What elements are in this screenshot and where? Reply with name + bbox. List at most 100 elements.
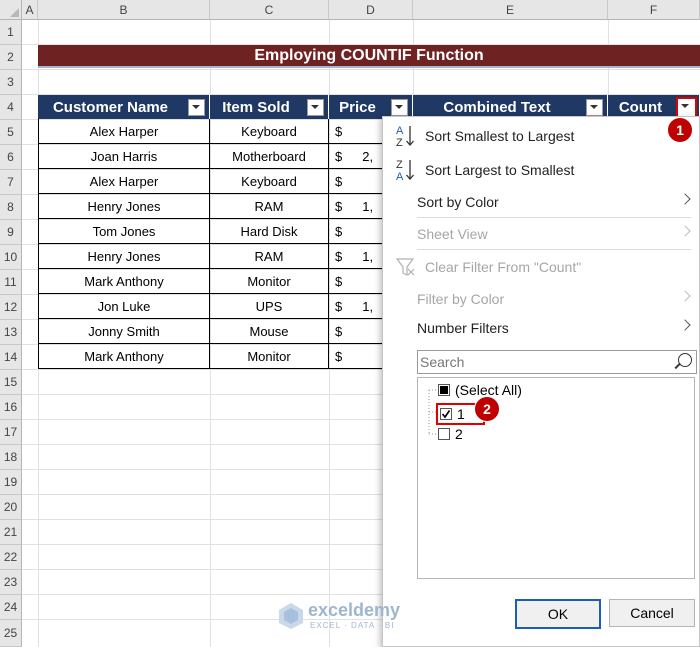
cell-customer-name[interactable]: Mark Anthony xyxy=(38,344,210,369)
currency-symbol: $ xyxy=(335,198,343,214)
column-header-b[interactable]: B xyxy=(38,0,210,20)
filter-search-input[interactable]: Search xyxy=(417,350,697,374)
cell-customer-name[interactable]: Joan Harris xyxy=(38,144,210,169)
chevron-right-icon xyxy=(679,193,691,205)
select-all-corner[interactable] xyxy=(0,0,22,20)
row-header-18[interactable]: 18 xyxy=(0,445,22,470)
row-header-1[interactable]: 1 xyxy=(0,20,22,45)
cell-item-sold[interactable]: Hard Disk xyxy=(210,219,329,244)
unchecked-checkbox-icon[interactable] xyxy=(438,428,450,440)
row-header-5[interactable]: 5 xyxy=(0,120,22,145)
row-header-9[interactable]: 9 xyxy=(0,220,22,245)
sort-descending-item[interactable]: Z A Sort Largest to Smallest xyxy=(383,155,699,185)
cancel-button[interactable]: Cancel xyxy=(609,599,695,627)
cell-item-sold[interactable]: RAM xyxy=(210,244,329,269)
currency-symbol: $ xyxy=(335,248,343,264)
cell-item-sold[interactable]: Mouse xyxy=(210,319,329,344)
filter-dropdown-icon[interactable] xyxy=(391,99,408,116)
cell-item-sold[interactable]: UPS xyxy=(210,294,329,319)
menu-separator xyxy=(417,249,691,250)
row-header-19[interactable]: 19 xyxy=(0,470,22,495)
row-header-24[interactable]: 24 xyxy=(0,595,22,620)
row-header-22[interactable]: 22 xyxy=(0,545,22,570)
row-header-15[interactable]: 15 xyxy=(0,370,22,395)
row-header-4[interactable]: 4 xyxy=(0,95,22,120)
column-header-d[interactable]: D xyxy=(329,0,413,20)
cell-item-sold[interactable]: Motherboard xyxy=(210,144,329,169)
row-header-3[interactable]: 3 xyxy=(0,70,22,95)
filter-dropdown-icon[interactable] xyxy=(188,99,205,116)
cell-customer-name[interactable]: Alex Harper xyxy=(38,119,210,144)
column-header-a[interactable]: A xyxy=(22,0,38,20)
option-2[interactable]: 2 xyxy=(438,425,463,443)
cell-customer-name[interactable]: Henry Jones xyxy=(38,244,210,269)
sort-ascending-item[interactable]: A Z Sort Smallest to Largest xyxy=(383,121,699,151)
column-header-e[interactable]: E xyxy=(413,0,608,20)
ok-button[interactable]: OK xyxy=(515,599,601,629)
filter-values-list[interactable]: (Select All) 1 2 xyxy=(417,377,695,579)
price-value: 1, xyxy=(362,248,374,264)
currency-symbol: $ xyxy=(335,123,343,139)
column-header-c[interactable]: C xyxy=(210,0,329,20)
clear-filter-icon xyxy=(395,258,415,276)
row-header-25[interactable]: 25 xyxy=(0,620,22,647)
gridline xyxy=(22,69,700,70)
cell-item-sold[interactable]: Monitor xyxy=(210,344,329,369)
row-header-8[interactable]: 8 xyxy=(0,195,22,220)
option-label: 2 xyxy=(455,426,463,442)
step-badge-1: 1 xyxy=(667,117,693,143)
filter-dropdown-icon[interactable] xyxy=(307,99,324,116)
row-header-14[interactable]: 14 xyxy=(0,345,22,370)
cell-item-sold[interactable]: Keyboard xyxy=(210,119,329,144)
cell-customer-name[interactable]: Jonny Smith xyxy=(38,319,210,344)
row-header-11[interactable]: 11 xyxy=(0,270,22,295)
row-header-23[interactable]: 23 xyxy=(0,570,22,595)
cell-customer-name[interactable]: Mark Anthony xyxy=(38,269,210,294)
search-placeholder: Search xyxy=(420,354,465,370)
row-header-21[interactable]: 21 xyxy=(0,520,22,545)
cell-item-sold[interactable]: Monitor xyxy=(210,269,329,294)
sheet-view-item[interactable]: Sheet View xyxy=(383,219,699,249)
search-icon[interactable] xyxy=(678,353,692,367)
option-label: 1 xyxy=(457,406,465,422)
filter-dropdown-icon[interactable] xyxy=(586,99,603,116)
column-header-f[interactable]: F xyxy=(608,0,700,20)
row-header-12[interactable]: 12 xyxy=(0,295,22,320)
chevron-right-icon xyxy=(679,319,691,331)
select-all-option[interactable]: (Select All) xyxy=(438,381,522,399)
cell-item-sold[interactable]: RAM xyxy=(210,194,329,219)
row-header-16[interactable]: 16 xyxy=(0,395,22,420)
row-header-7[interactable]: 7 xyxy=(0,170,22,195)
clear-filter-item[interactable]: Clear Filter From "Count" xyxy=(383,252,699,282)
header-label: Combined Text xyxy=(443,98,551,116)
cell-customer-name[interactable]: Jon Luke xyxy=(38,294,210,319)
row-header-10[interactable]: 10 xyxy=(0,245,22,270)
sheet-view-label: Sheet View xyxy=(417,226,488,242)
partial-checkbox-icon[interactable] xyxy=(438,384,450,396)
currency-symbol: $ xyxy=(335,173,343,189)
filter-by-color-item[interactable]: Filter by Color xyxy=(383,284,699,314)
cell-customer-name[interactable]: Tom Jones xyxy=(38,219,210,244)
chevron-right-icon xyxy=(679,225,691,237)
checked-checkbox-icon[interactable] xyxy=(440,408,452,420)
sort-by-color-item[interactable]: Sort by Color xyxy=(383,187,699,217)
header-label: Customer Name xyxy=(52,98,169,116)
sort-ascending-label: Sort Smallest to Largest xyxy=(425,128,575,144)
header-label: Item Sold xyxy=(222,98,290,116)
header-label: Count xyxy=(618,98,663,116)
chevron-right-icon xyxy=(679,290,691,302)
row-header-20[interactable]: 20 xyxy=(0,495,22,520)
row-header-13[interactable]: 13 xyxy=(0,320,22,345)
number-filters-item[interactable]: Number Filters xyxy=(383,313,699,343)
cell-customer-name[interactable]: Henry Jones xyxy=(38,194,210,219)
clear-filter-label: Clear Filter From "Count" xyxy=(425,259,582,275)
row-header-2[interactable]: 2 xyxy=(0,45,22,70)
watermark-name: exceldemy xyxy=(308,600,401,620)
row-header-17[interactable]: 17 xyxy=(0,420,22,445)
svg-text:A: A xyxy=(396,125,404,137)
filter-by-color-label: Filter by Color xyxy=(417,291,505,307)
cell-item-sold[interactable]: Keyboard xyxy=(210,169,329,194)
cell-customer-name[interactable]: Alex Harper xyxy=(38,169,210,194)
row-header-6[interactable]: 6 xyxy=(0,145,22,170)
filter-dropdown-panel: A Z Sort Smallest to Largest Z A Sort La… xyxy=(382,116,700,647)
